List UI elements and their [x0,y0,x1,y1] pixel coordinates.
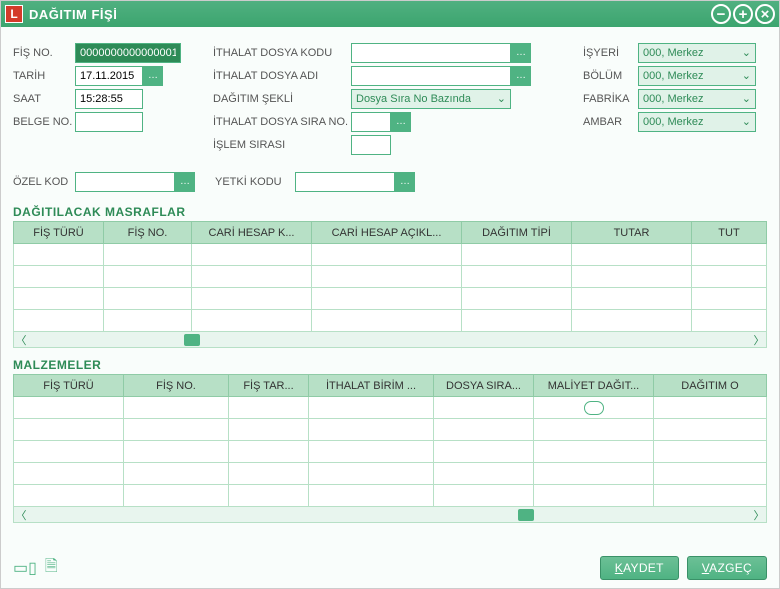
grid2-col-dosya-sira[interactable]: DOSYA SIRA... [434,375,534,397]
grid1-hscrollbar[interactable]: 〈 〉 [13,332,767,348]
table-row[interactable] [14,463,767,485]
yetki-kodu-label: YETKİ KODU [215,176,295,188]
table-row[interactable] [14,244,767,266]
maximize-button[interactable]: + [733,4,753,24]
grid2-col-fis-turu[interactable]: FİŞ TÜRÜ [14,375,124,397]
table-row[interactable] [14,485,767,507]
book-icon[interactable]: ▭▯ [13,558,37,578]
chevron-down-icon: ⌄ [742,46,751,59]
dosya-adi-label: İTHALAT DOSYA ADI [213,70,351,82]
dagitim-fisi-window: L DAĞITIM FİŞİ − + × FİŞ NO. TARİH … [0,0,780,589]
sira-no-lookup-button[interactable]: … [391,112,411,132]
sira-no-label: İTHALAT DOSYA SIRA NO. [213,116,351,128]
grid1-col-cari-hesap-aciklama[interactable]: CARİ HESAP AÇIKL... [312,222,462,244]
grid1-col-tutar-overflow[interactable]: TUT [692,222,767,244]
dosya-kodu-lookup-button[interactable]: … [511,43,531,63]
grid2-col-ithalat-birim[interactable]: İTHALAT BİRİM ... [309,375,434,397]
saat-label: SAAT [13,93,75,105]
dagitim-sekli-value: Dosya Sıra No Bazında [356,93,471,105]
chevron-down-icon: ⌄ [742,69,751,82]
dosya-adi-input[interactable] [351,66,511,86]
scroll-right-icon[interactable]: 〉 [752,332,766,348]
chevron-down-icon: ⌄ [742,92,751,105]
grid1-col-tutar[interactable]: TUTAR [572,222,692,244]
tarih-input[interactable] [75,66,143,86]
chevron-down-icon: ⌄ [742,115,751,128]
grid1-col-cari-hesap-kodu[interactable]: CARİ HESAP K... [192,222,312,244]
close-button[interactable]: × [755,4,775,24]
dosya-kodu-label: İTHALAT DOSYA KODU [213,47,351,59]
fis-no-input[interactable] [75,43,181,63]
table-row[interactable] [14,266,767,288]
yetki-kodu-lookup-button[interactable]: … [395,172,415,192]
table-row[interactable] [14,310,767,332]
table-row[interactable] [14,288,767,310]
bolum-label: BÖLÜM [583,70,638,82]
belge-no-label: BELGE NO. [13,116,75,128]
scroll-thumb[interactable] [184,334,200,346]
ambar-value: 000, Merkez [643,116,704,128]
grid1-col-fis-no[interactable]: FİŞ NO. [104,222,192,244]
grid1-title: DAĞITILACAK MASRAFLAR [13,205,767,219]
titlebar[interactable]: L DAĞITIM FİŞİ − + × [1,1,779,27]
isyeri-select[interactable]: 000, Merkez ⌄ [638,43,756,63]
fis-no-label: FİŞ NO. [13,47,75,59]
isyeri-label: İŞYERİ [583,47,638,59]
table-row[interactable] [14,397,767,419]
kaydet-button[interactable]: KAYDET [600,556,679,580]
isyeri-value: 000, Merkez [643,47,704,59]
scroll-right-icon[interactable]: 〉 [752,507,766,523]
table-row[interactable] [14,419,767,441]
table-row[interactable] [14,441,767,463]
saat-input[interactable] [75,89,143,109]
ozel-kod-input[interactable] [75,172,175,192]
masraflar-grid[interactable]: FİŞ TÜRÜ FİŞ NO. CARİ HESAP K... CARİ HE… [13,221,767,332]
footer: ▭▯ 🗎 KAYDET VAZGEÇ [1,554,779,588]
grid2-title: MALZEMELER [13,358,767,372]
grid2-col-fis-no[interactable]: FİŞ NO. [124,375,229,397]
scroll-thumb[interactable] [518,509,534,521]
minimize-button[interactable]: − [711,4,731,24]
grid1-col-dagitim-tipi[interactable]: DAĞITIM TİPİ [462,222,572,244]
bolum-select[interactable]: 000, Merkez ⌄ [638,66,756,86]
malzemeler-grid[interactable]: FİŞ TÜRÜ FİŞ NO. FİŞ TAR... İTHALAT BİRİ… [13,374,767,507]
islem-sirasi-label: İŞLEM SIRASI [213,139,351,151]
sira-no-input[interactable] [351,112,391,132]
scroll-left-icon[interactable]: 〈 [14,507,28,523]
grid1-col-fis-turu[interactable]: FİŞ TÜRÜ [14,222,104,244]
ozel-kod-lookup-button[interactable]: … [175,172,195,192]
dosya-kodu-input[interactable] [351,43,511,63]
ambar-label: AMBAR [583,116,638,128]
fabrika-value: 000, Merkez [643,93,704,105]
grid2-col-maliyet-dagit[interactable]: MALİYET DAĞIT... [534,375,654,397]
vazgec-button[interactable]: VAZGEÇ [687,556,767,580]
tarih-label: TARİH [13,70,75,82]
app-icon: L [5,5,23,23]
dosya-adi-lookup-button[interactable]: … [511,66,531,86]
islem-sirasi-input[interactable] [351,135,391,155]
tarih-lookup-button[interactable]: … [143,66,163,86]
chevron-down-icon: ⌄ [497,92,506,105]
grid2-col-fis-tarih[interactable]: FİŞ TAR... [229,375,309,397]
ozel-kod-label: ÖZEL KOD [13,176,75,188]
bolum-value: 000, Merkez [643,70,704,82]
ambar-select[interactable]: 000, Merkez ⌄ [638,112,756,132]
window-title: DAĞITIM FİŞİ [29,7,711,22]
grid2-col-dagitim-orani[interactable]: DAĞITIM O [654,375,767,397]
document-icon[interactable]: 🗎 [45,555,58,582]
belge-no-input[interactable] [75,112,143,132]
scroll-left-icon[interactable]: 〈 [14,332,28,348]
yetki-kodu-input[interactable] [295,172,395,192]
fabrika-label: FABRİKA [583,93,638,105]
dagitim-sekli-label: DAĞITIM ŞEKLİ [213,93,351,105]
dagitim-sekli-select[interactable]: Dosya Sıra No Bazında ⌄ [351,89,511,109]
grid2-hscrollbar[interactable]: 〈 〉 [13,507,767,523]
maliyet-checkbox[interactable] [584,401,604,415]
fabrika-select[interactable]: 000, Merkez ⌄ [638,89,756,109]
